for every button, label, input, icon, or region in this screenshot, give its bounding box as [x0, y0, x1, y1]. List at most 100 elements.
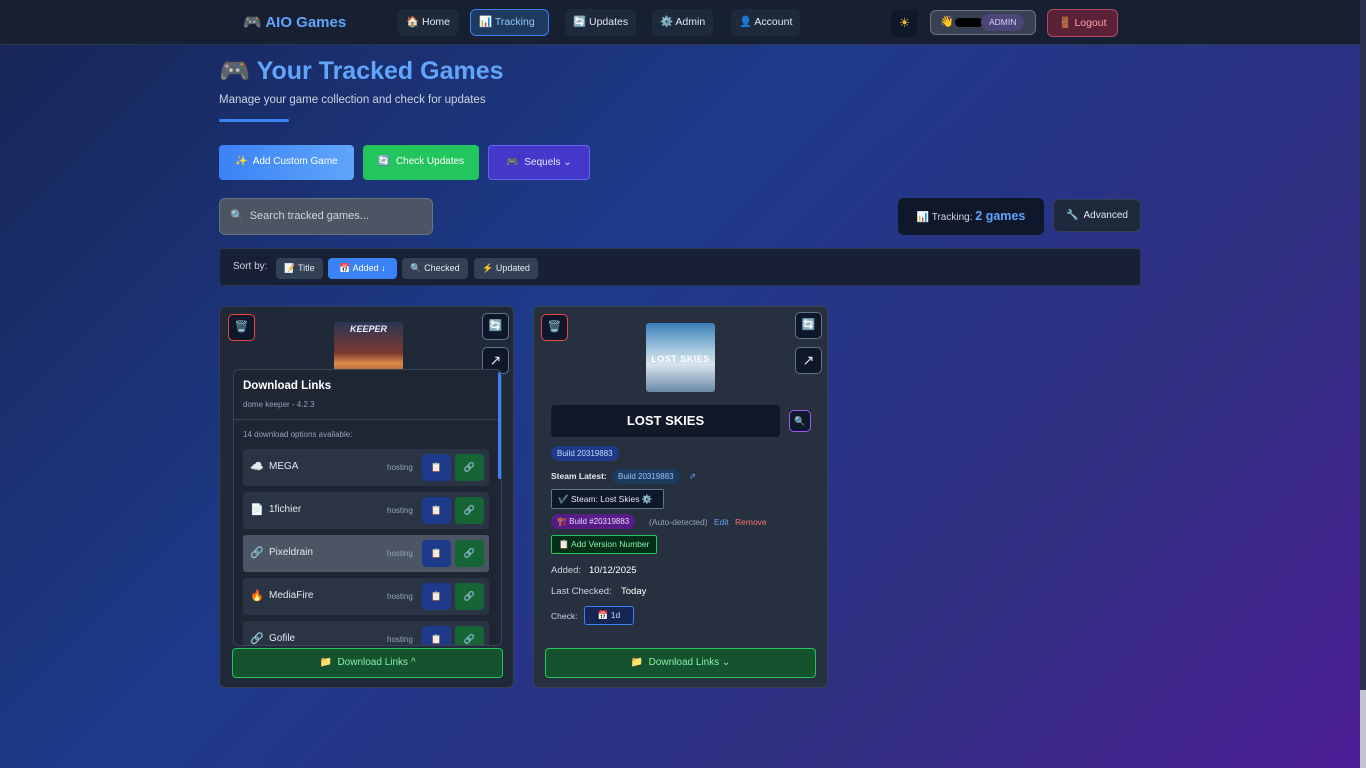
link-icon: 🔗	[463, 591, 476, 601]
sort-title-button[interactable]: 📝 Title	[276, 258, 323, 279]
download-links-title: Download Links	[243, 380, 332, 392]
clipboard-icon: 📋	[430, 634, 443, 644]
external-link-icon: ↗	[802, 352, 815, 368]
fire-icon: 🔥	[250, 590, 264, 602]
link-icon: 🔗	[463, 548, 476, 558]
external-small-icon[interactable]: ⇗	[689, 471, 696, 482]
link-icon: 🔗	[463, 505, 476, 515]
host-name: MEGA	[269, 461, 299, 472]
nav-home-label: Home	[422, 16, 451, 28]
trash-icon: 🗑️	[234, 321, 249, 333]
refresh-icon: 🔄	[801, 319, 816, 331]
refresh-icon: 🔄	[377, 156, 391, 167]
steam-link-tag[interactable]: ✔️ Steam: Lost Skies ⚙️	[551, 489, 664, 509]
page-scrollbar[interactable]	[1360, 0, 1366, 768]
open-link-button[interactable]: 🔗	[455, 540, 484, 567]
refresh-icon: 🔄	[488, 320, 503, 332]
page-scrollbar-thumb[interactable]	[1360, 690, 1366, 768]
gear-icon: ⚙️	[641, 494, 653, 504]
open-link-button[interactable]: 🔗	[455, 626, 484, 645]
refresh-game-button[interactable]: 🔄	[795, 312, 822, 339]
sequels-dropdown[interactable]: 🎮 Sequels ⌄	[488, 145, 590, 180]
copy-link-button[interactable]: 📋	[422, 497, 451, 524]
cover-title-art: KEEPER	[349, 324, 387, 334]
search-icon: 🔍	[230, 210, 244, 222]
host-name: MediaFire	[269, 590, 314, 601]
user-icon: 👤	[739, 16, 753, 28]
nav-account-label: Account	[754, 16, 793, 28]
sort-updated-button[interactable]: ⚡ Updated	[474, 258, 538, 279]
nav-tracking[interactable]: 📊 Tracking	[470, 9, 549, 36]
open-link-button[interactable]: 🔗	[455, 583, 484, 610]
sort-added-button[interactable]: 📅 Added ↓	[328, 258, 397, 279]
chevron-up-icon: ^	[410, 657, 416, 668]
nav-admin-label: Admin	[675, 16, 706, 28]
logout-button[interactable]: 🚪 Logout	[1047, 9, 1118, 37]
trash-icon: 🗑️	[547, 321, 562, 333]
advanced-button[interactable]: 🔧 Advanced	[1053, 199, 1141, 232]
nav-home[interactable]: 🏠 Home	[398, 9, 459, 36]
copy-link-button[interactable]: 📋	[422, 540, 451, 567]
tracking-count-value: 2 games	[975, 209, 1026, 223]
tracking-label: Tracking:	[931, 212, 973, 223]
panel-scrollbar[interactable]	[498, 372, 501, 479]
brand-link[interactable]: 🎮 AIO Games	[243, 13, 346, 31]
tracking-count: 📊 Tracking: 2 games	[898, 198, 1044, 235]
page-title-text: Your Tracked Games	[256, 57, 504, 85]
open-external-button[interactable]: ↗	[795, 347, 822, 374]
clipboard-icon: 📋	[430, 548, 443, 558]
link-icon: 🔗	[250, 547, 264, 559]
added-label: Added:	[551, 565, 582, 576]
open-link-button[interactable]: 🔗	[455, 497, 484, 524]
delete-game-button[interactable]: 🗑️	[228, 314, 255, 341]
remove-link[interactable]: Remove	[735, 517, 767, 527]
search-game-button[interactable]: 🔍	[789, 410, 811, 432]
nav-tracking-label: Tracking	[494, 16, 535, 28]
gear-icon: ⚙️	[660, 16, 674, 28]
search-icon: 🔍	[794, 416, 806, 426]
nav-admin[interactable]: ⚙️ Admin	[652, 9, 714, 36]
search-box[interactable]: 🔍	[219, 198, 433, 235]
nav-account[interactable]: 👤 Account	[731, 9, 801, 36]
sort-added-label: Added ↓	[352, 263, 386, 273]
gamepad-icon: 🎮	[506, 157, 519, 168]
memo-icon: 📝	[284, 263, 296, 273]
open-link-button[interactable]: 🔗	[455, 454, 484, 481]
copy-link-button[interactable]: 📋	[422, 454, 451, 481]
add-version-button[interactable]: 📋 Add Version Number	[551, 535, 657, 554]
host-row: 🔗 Pixeldrain hosting 📋 🔗	[243, 535, 489, 572]
add-custom-game-button[interactable]: ✨ Add Custom Game	[219, 145, 354, 180]
refresh-game-button[interactable]: 🔄	[482, 313, 509, 340]
host-type: hosting	[387, 635, 413, 644]
user-menu[interactable]: 👋 ADMIN	[930, 10, 1036, 35]
external-link-icon: ↗	[489, 352, 502, 368]
search-input[interactable]	[249, 199, 420, 234]
edit-link[interactable]: Edit	[714, 517, 729, 527]
host-name: 1fichier	[269, 504, 302, 515]
game-title: LOST SKIES	[551, 405, 780, 437]
theme-toggle[interactable]: ☀	[891, 10, 918, 37]
delete-game-button[interactable]: 🗑️	[541, 314, 568, 341]
check-updates-button[interactable]: 🔄 Check Updates	[363, 145, 479, 180]
check-interval-select[interactable]: 📅 1d	[584, 606, 634, 625]
copy-link-button[interactable]: 📋	[422, 626, 451, 645]
download-links-toggle[interactable]: 📁 Download Links ⌄	[545, 648, 816, 678]
copy-link-button[interactable]: 📋	[422, 583, 451, 610]
brand-name: AIO Games	[265, 14, 347, 31]
file-icon: 📄	[250, 504, 264, 516]
gamepad-icon: 🎮	[243, 14, 262, 31]
advanced-label: Advanced	[1083, 210, 1128, 221]
sort-checked-button[interactable]: 🔍 Checked	[402, 258, 468, 279]
host-type: hosting	[387, 463, 413, 472]
chart-icon: 📊	[916, 212, 930, 223]
download-links-toggle[interactable]: 📁 Download Links ^	[232, 648, 503, 678]
door-icon: 🚪	[1058, 17, 1072, 29]
wrench-icon: 🔧	[1066, 210, 1079, 221]
sequels-label: Sequels	[524, 157, 561, 168]
nav-updates[interactable]: 🔄 Updates	[565, 9, 637, 36]
check-label: Check:	[551, 611, 578, 621]
clipboard-icon: 📋	[430, 462, 443, 472]
game-card: 🗑️ KEEPER 🔄 ↗ Download Links dome keeper…	[219, 306, 514, 688]
host-row: ☁️ MEGA hosting 📋 🔗	[243, 449, 489, 486]
gamepad-icon: 🎮	[219, 57, 251, 85]
